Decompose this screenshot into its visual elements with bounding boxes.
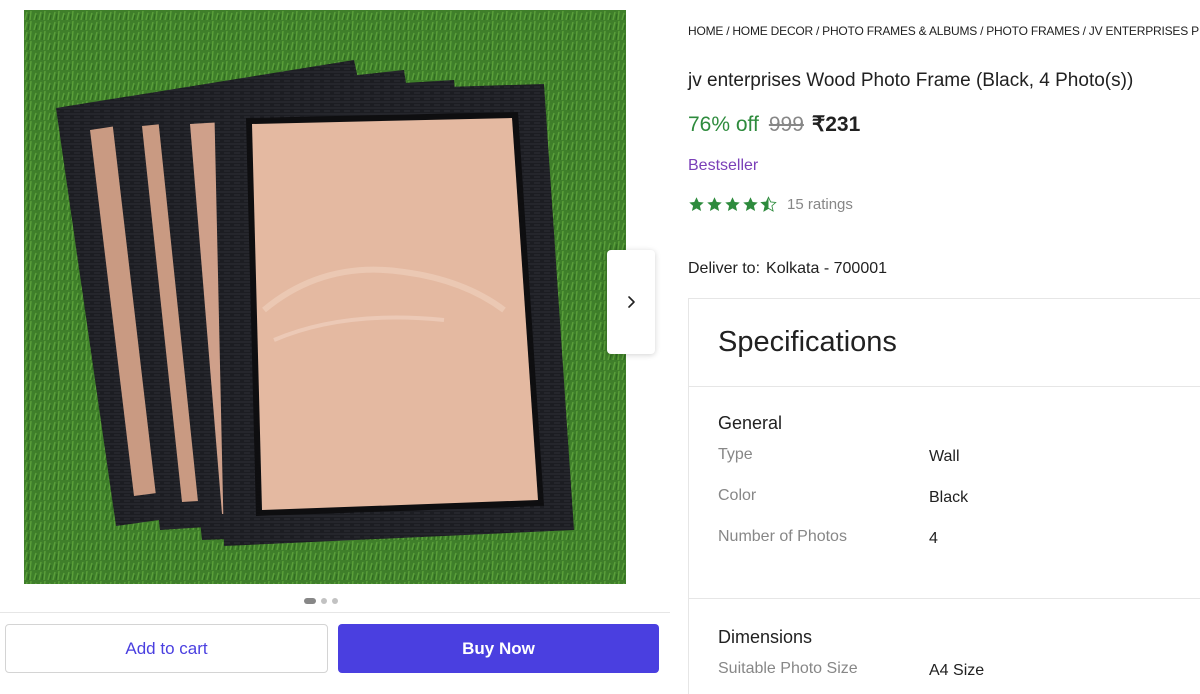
discount-percent: 76% off xyxy=(688,113,759,136)
selling-price: ₹231 xyxy=(811,113,861,136)
breadcrumb-photo-frames-albums[interactable]: PHOTO FRAMES & ALBUMS xyxy=(822,24,977,38)
spec-section-dimensions: Dimensions Suitable Photo Size A4 Size xyxy=(689,599,1200,694)
product-title: jv enterprises Wood Photo Frame (Black, … xyxy=(688,70,1134,91)
star-rating xyxy=(688,196,777,213)
breadcrumb: HOME / HOME DECOR / PHOTO FRAMES & ALBUMS / PH… xyxy=(688,24,1199,38)
spec-value: Wall xyxy=(929,448,960,465)
product-details: HOME / HOME DECOR / PHOTO FRAMES & ALBUMS / PH… xyxy=(688,0,1200,694)
price-row: 76% off 999 ₹231 xyxy=(688,112,860,137)
breadcrumb-brand[interactable]: JV ENTERPRISES P xyxy=(1089,24,1199,38)
spec-key: Number of Photos xyxy=(718,528,847,545)
spec-value: A4 Size xyxy=(929,662,985,679)
star-full-icon xyxy=(743,197,758,211)
pagination-dot[interactable] xyxy=(321,598,327,604)
spec-value: 4 xyxy=(929,530,938,547)
spec-row: Suitable Photo Size A4 Size xyxy=(718,658,1200,694)
spec-section-general: General Type Wall Color Black Number of … xyxy=(689,387,1200,599)
spec-section-title: Dimensions xyxy=(718,627,813,647)
spec-row: Color Black xyxy=(718,485,1200,526)
product-image[interactable] xyxy=(24,10,626,584)
specifications-card: Specifications General Type Wall Color B… xyxy=(688,298,1200,694)
ratings-count: 15 ratings xyxy=(787,196,853,213)
delivery-location[interactable]: Deliver to: Kolkata - 700001 xyxy=(688,260,887,278)
spec-key: Color xyxy=(718,487,757,504)
chevron-right-icon xyxy=(628,296,635,308)
image-pagination-dots xyxy=(304,598,338,604)
spec-key: Suitable Photo Size xyxy=(718,660,858,677)
bestseller-badge: Bestseller xyxy=(688,157,759,174)
star-full-icon xyxy=(725,197,740,211)
star-half-icon xyxy=(760,196,777,212)
spec-row: Number of Photos 4 xyxy=(718,526,1200,567)
buy-now-button[interactable]: Buy Now xyxy=(338,624,659,673)
delivery-pincode: Kolkata - 700001 xyxy=(766,260,888,277)
breadcrumb-photo-frames[interactable]: PHOTO FRAMES xyxy=(986,24,1080,38)
product-photo xyxy=(24,10,626,584)
product-gallery: Add to cart Buy Now xyxy=(0,0,672,694)
deliver-to-label: Deliver to: xyxy=(688,260,761,277)
next-image-button[interactable] xyxy=(607,250,655,354)
add-to-cart-button[interactable]: Add to cart xyxy=(5,624,328,673)
spec-row: Type Wall xyxy=(718,444,1200,485)
original-price: 999 xyxy=(768,113,804,136)
star-full-icon xyxy=(707,197,722,211)
star-full-icon xyxy=(689,197,704,211)
breadcrumb-home[interactable]: HOME xyxy=(688,24,723,38)
pagination-dot-active[interactable] xyxy=(304,598,316,604)
action-bar: Add to cart Buy Now xyxy=(0,612,670,694)
spec-section-title: General xyxy=(718,413,783,433)
spec-key: Type xyxy=(718,446,753,463)
specifications-heading: Specifications xyxy=(689,299,1200,387)
pagination-dot[interactable] xyxy=(332,598,338,604)
rating-row[interactable]: 15 ratings xyxy=(688,196,853,213)
spec-value: Black xyxy=(929,489,969,506)
breadcrumb-home-decor[interactable]: HOME DECOR xyxy=(732,24,813,38)
